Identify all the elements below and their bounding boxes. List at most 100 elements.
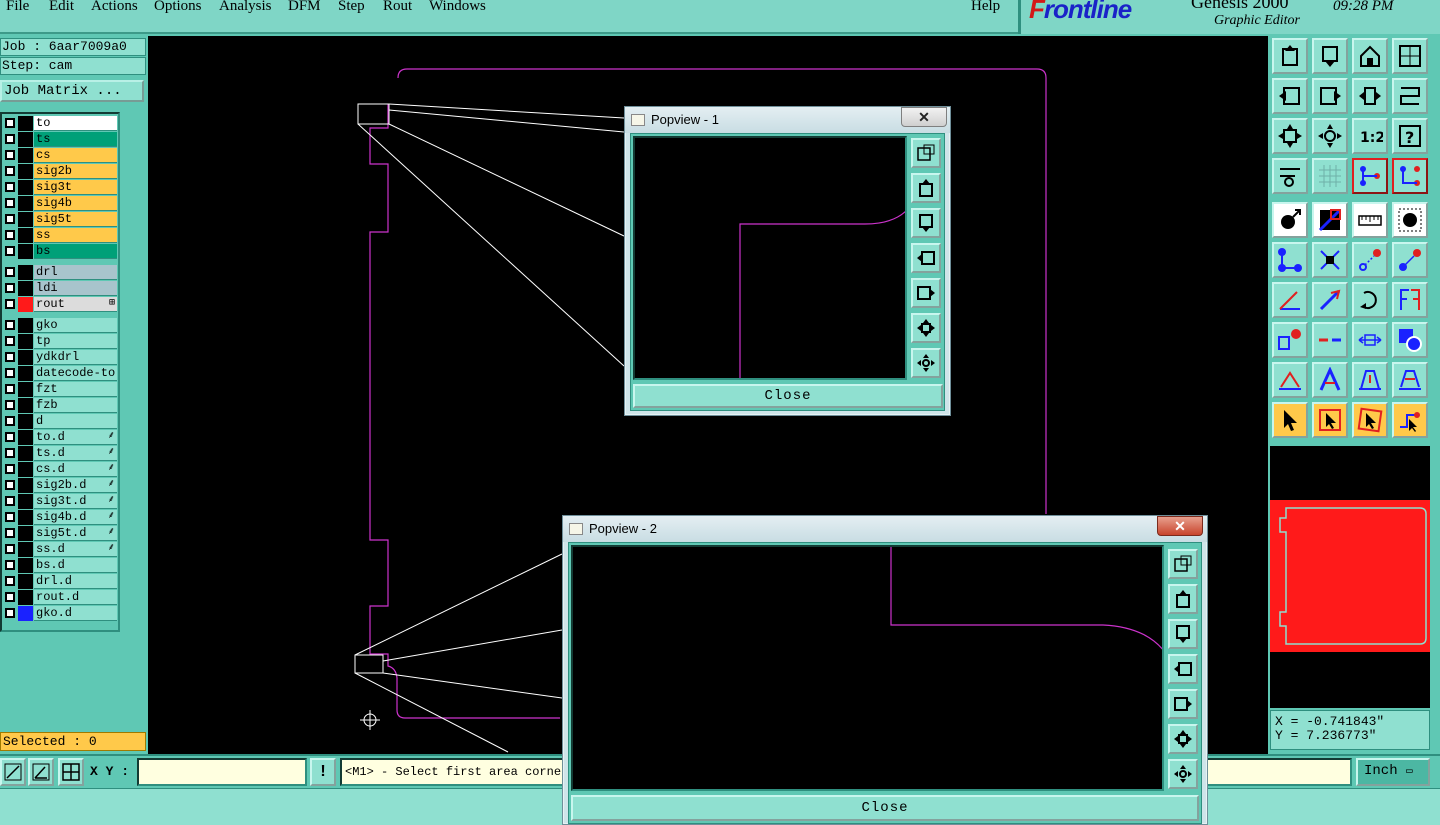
pad-icon[interactable] (1392, 202, 1428, 238)
pan-left-icon[interactable] (1272, 78, 1308, 114)
layer-checkbox[interactable] (5, 544, 15, 554)
layer-row[interactable]: cs.d ⸙ (2, 462, 118, 477)
units-selector[interactable]: Inch ▭ (1356, 758, 1430, 786)
connect-icon[interactable] (1272, 242, 1308, 278)
layer-name[interactable]: ldi (34, 281, 117, 296)
layer-name[interactable]: sig3t (34, 180, 117, 195)
layer-row[interactable]: fzt (2, 382, 118, 397)
move-point-icon[interactable] (1352, 242, 1388, 278)
layer-row[interactable]: drl (2, 265, 118, 280)
layer-row[interactable]: sig4b (2, 196, 118, 211)
pv1-pan-left-icon[interactable] (911, 243, 941, 273)
layer-checkbox[interactable] (5, 432, 15, 442)
layer-name[interactable]: ts.d ⸙ (34, 446, 117, 461)
pv1-zoom-in-icon[interactable] (911, 173, 941, 203)
layer-name[interactable]: ss (34, 228, 117, 243)
pv2-zoom-in-icon[interactable] (1168, 584, 1198, 614)
pv1-center-icon[interactable] (911, 348, 941, 378)
layer-row[interactable]: sig3t (2, 180, 118, 195)
popview-1-close-button[interactable]: Close (633, 384, 943, 408)
pan-right-icon[interactable] (1312, 78, 1348, 114)
layer-checkbox[interactable] (5, 352, 15, 362)
popview-1-canvas[interactable] (633, 136, 907, 380)
pv2-center-icon[interactable] (1168, 759, 1198, 789)
layer-name[interactable]: sig3t.d ⸙ (34, 494, 117, 509)
layer-color-swatch[interactable] (18, 164, 33, 179)
scale-1-2-icon[interactable]: 1:2 (1352, 118, 1388, 154)
copy-point-icon[interactable] (1392, 242, 1428, 278)
layer-row[interactable]: bs.d (2, 558, 118, 573)
add-feature-icon[interactable] (1272, 202, 1308, 238)
layer-name[interactable]: d (34, 414, 117, 429)
layer-color-swatch[interactable] (18, 494, 33, 509)
pv1-pan-right-icon[interactable] (911, 278, 941, 308)
job-matrix-button[interactable]: Job Matrix ... (0, 80, 144, 102)
layer-checkbox[interactable] (5, 368, 15, 378)
layer-checkbox[interactable] (5, 214, 15, 224)
menu-dfm[interactable]: DFM (288, 0, 321, 15)
pan-both-icon[interactable] (1352, 78, 1388, 114)
layer-checkbox[interactable] (5, 592, 15, 602)
popview-2-canvas[interactable] (571, 545, 1164, 791)
measure-tool-icon[interactable] (1272, 158, 1308, 194)
ruler-icon[interactable] (1352, 202, 1388, 238)
layer-color-swatch[interactable] (18, 414, 33, 429)
layer-name[interactable]: drl.d (34, 574, 117, 589)
layer-color-swatch[interactable] (18, 558, 33, 573)
arc-center-icon[interactable] (1352, 362, 1388, 398)
select-area-icon[interactable] (1352, 402, 1388, 438)
layer-row[interactable]: to.d ⸙ (2, 430, 118, 445)
snap-icon[interactable] (1272, 322, 1308, 358)
layer-color-swatch[interactable] (18, 180, 33, 195)
redraw-icon[interactable] (1392, 78, 1428, 114)
layer-color-swatch[interactable] (18, 132, 33, 147)
pv2-pan-left-icon[interactable] (1168, 654, 1198, 684)
menu-actions[interactable]: Actions (91, 0, 138, 15)
layer-checkbox[interactable] (5, 400, 15, 410)
layer-row[interactable]: gko (2, 318, 118, 333)
layer-row[interactable]: ss.d ⸙ (2, 542, 118, 557)
layer-checkbox[interactable] (5, 166, 15, 176)
pv2-zoom-box-icon[interactable] (1168, 549, 1198, 579)
layer-row[interactable]: ts (2, 132, 118, 147)
layer-color-swatch[interactable] (18, 398, 33, 413)
menu-step[interactable]: Step (338, 0, 365, 15)
layer-color-swatch[interactable] (18, 244, 33, 259)
layer-row[interactable]: fzb (2, 398, 118, 413)
popview-2-close-button[interactable]: Close (571, 795, 1199, 821)
pv1-zoom-box-icon[interactable] (911, 138, 941, 168)
select-pointer-icon[interactable] (1272, 402, 1308, 438)
layer-checkbox[interactable] (5, 512, 15, 522)
popview-2-titlebar[interactable]: Popview - 2 (563, 516, 1207, 542)
layer-row[interactable]: sig4b.d ⸙ (2, 510, 118, 525)
layer-row[interactable]: ldi (2, 281, 118, 296)
menu-rout[interactable]: Rout (383, 0, 412, 15)
zoom-out-icon[interactable] (1312, 38, 1348, 74)
layer-row[interactable]: d (2, 414, 118, 429)
layer-name[interactable]: drl (34, 265, 117, 280)
layer-color-swatch[interactable] (18, 478, 33, 493)
menu-file[interactable]: File (6, 0, 29, 15)
layer-color-swatch[interactable] (18, 382, 33, 397)
layer-checkbox[interactable] (5, 528, 15, 538)
layer-color-swatch[interactable] (18, 462, 33, 477)
layer-checkbox[interactable] (5, 560, 15, 570)
layer-checkbox[interactable] (5, 608, 15, 618)
layer-checkbox[interactable] (5, 182, 15, 192)
layer-color-swatch[interactable] (18, 350, 33, 365)
layer-row[interactable]: sig5t (2, 212, 118, 227)
layer-color-swatch[interactable] (18, 446, 33, 461)
layer-name[interactable]: sig5t.d ⸙ (34, 526, 117, 541)
layer-name[interactable]: ss.d ⸙ (34, 542, 117, 557)
layer-row[interactable]: cs (2, 148, 118, 163)
select-box-icon[interactable] (1312, 402, 1348, 438)
layer-row[interactable]: tp (2, 334, 118, 349)
layer-checkbox[interactable] (5, 134, 15, 144)
window-fit-icon[interactable] (1392, 38, 1428, 74)
layer-name[interactable]: sig5t (34, 212, 117, 227)
layer-name[interactable]: datecode-to (34, 366, 117, 381)
rotate-icon[interactable] (1352, 282, 1388, 318)
layer-row[interactable]: to (2, 116, 118, 131)
layer-row[interactable]: bs (2, 244, 118, 259)
layer-name[interactable]: rout ⊞ (34, 297, 117, 312)
